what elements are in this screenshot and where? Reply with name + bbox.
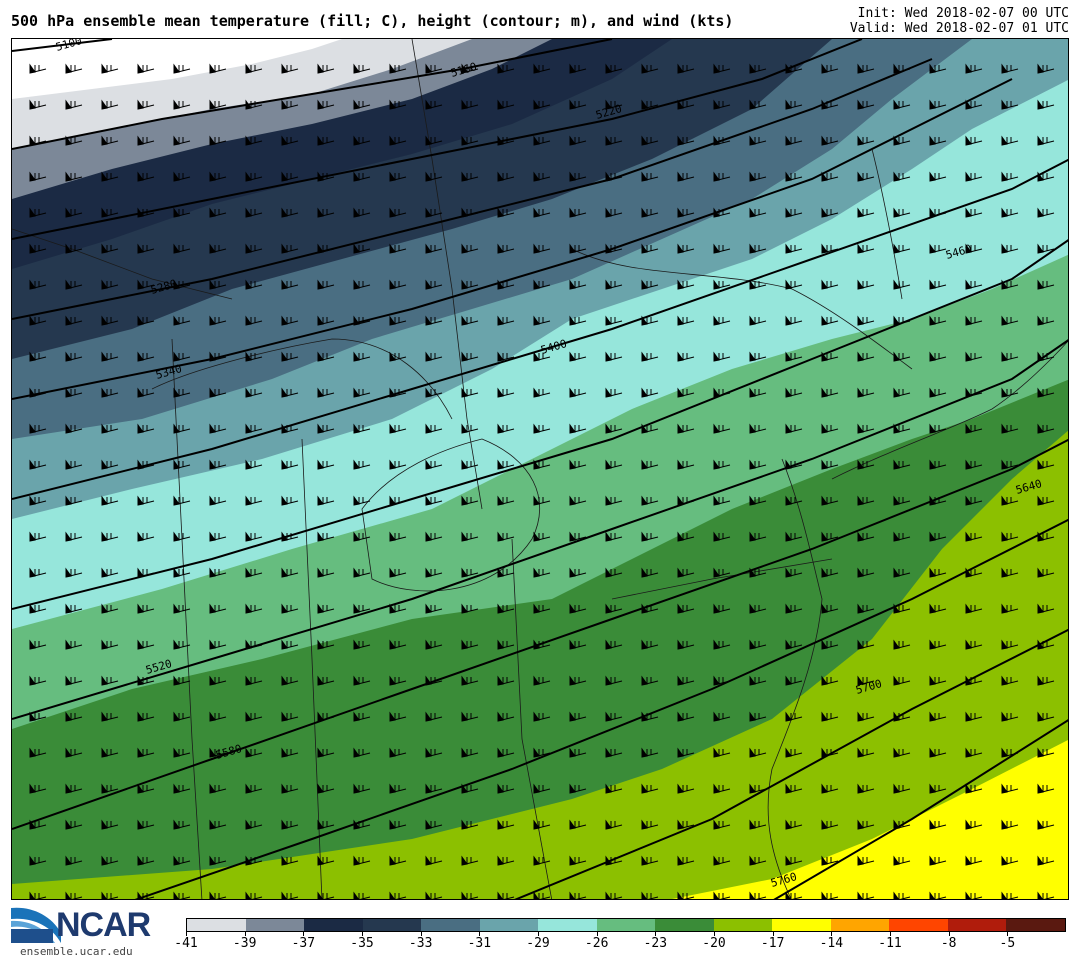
colorbar-tick-label: -33 [408,936,433,951]
valid-time: Valid: Wed 2018-02-07 01 UTC [849,21,1069,36]
colorbar-swatch [596,919,656,931]
colorbar-swatch [538,919,597,931]
colorbar-tick-label: -11 [878,936,902,951]
colorbar-swatch [304,919,363,931]
colorbar-swatch [187,919,246,931]
colorbar-swatch [655,919,714,931]
init-time: Init: Wed 2018-02-07 00 UTC [857,6,1069,21]
colorbar-swatch [889,919,948,931]
logo-text: NCAR [56,906,151,944]
colorbar-tick-label: -14 [819,936,844,951]
colorbar-swatch [245,919,305,931]
colorbar-tick-label: -8 [940,936,957,951]
colorbar-tick-label: -29 [526,936,550,951]
colorbar-swatch [713,919,773,931]
colorbar-swatch [947,919,1007,931]
colorbar-tick-label: -26 [584,936,609,951]
weather-map: 5100516052205280534054005460552055805640… [11,38,1069,900]
colorbar-swatch [772,919,831,931]
colorbar-tick-label: -39 [232,936,257,951]
chart-title: 500 hPa ensemble mean temperature (fill;… [11,12,734,30]
colorbar-tick-label: -35 [350,936,374,951]
map-canvas: 5100516052205280534054005460552055805640… [12,39,1068,899]
colorbar-tick-label: -5 [999,936,1016,951]
logo-url: ensemble.ucar.edu [20,945,133,958]
colorbar-tick-label: -31 [467,936,492,951]
colorbar-swatch [1006,919,1065,931]
colorbar [186,918,1066,932]
colorbar-tick-label: -37 [291,936,316,951]
colorbar-tick-label: -20 [702,936,726,951]
colorbar-ticks: -41 -39 -37 -35 -33 -31 -29 -26 -23 -20 -17 -14 -11 -… [174,932,1066,962]
colorbar-swatch [479,919,539,931]
colorbar-tick-label: -17 [760,936,785,951]
colorbar-swatch [421,919,480,931]
colorbar-tick-label: -41 [174,936,198,951]
temperature-fill [12,39,1068,899]
colorbar-tick-label: -23 [643,936,668,951]
colorbar-swatch [362,919,422,931]
time-info: Init: Wed 2018-02-07 00 UTC Valid: Wed 2… [850,6,1069,36]
colorbar-swatch [830,919,890,931]
